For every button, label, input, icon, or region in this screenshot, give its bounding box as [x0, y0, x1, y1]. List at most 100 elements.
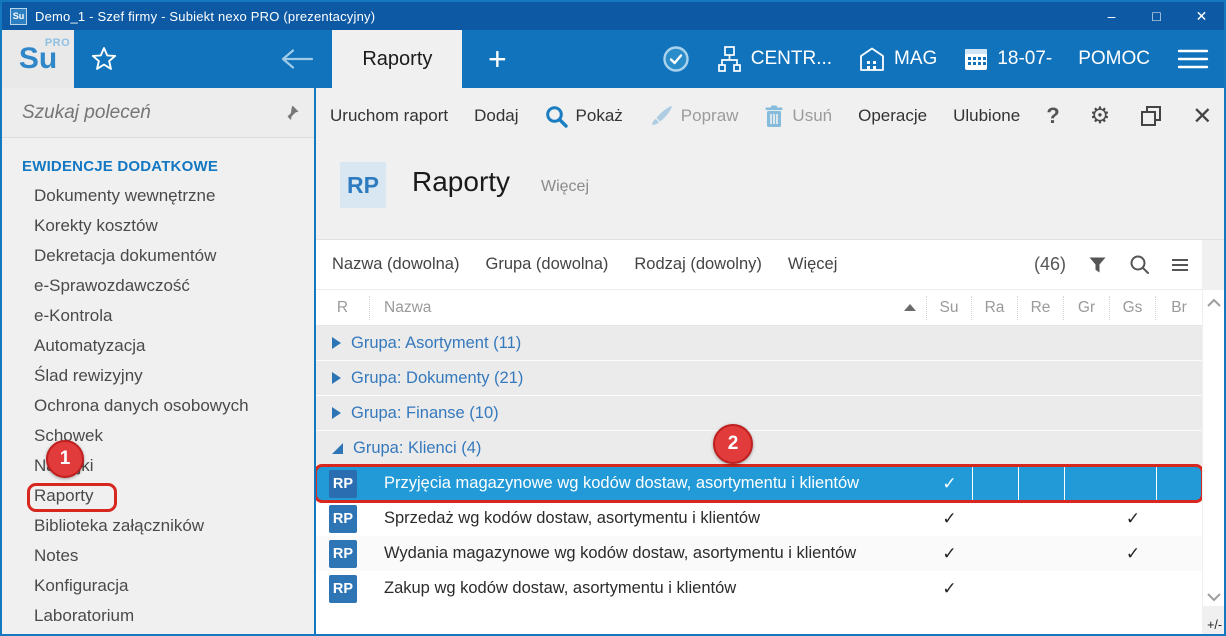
check-cell-br: [1156, 466, 1202, 501]
group-collapsed-icon[interactable]: [332, 407, 341, 419]
sidebar-item-automatyzacja[interactable]: Automatyzacja: [2, 331, 314, 361]
report-name: Zakup wg kodów dostaw, asortymentu i kli…: [384, 579, 737, 597]
filter-rodzaj-dowolny-[interactable]: Rodzaj (dowolny): [634, 255, 761, 274]
check-cell-gs: [1110, 571, 1156, 606]
hamburger-menu-icon[interactable]: [1176, 30, 1210, 88]
toolbar-button-dodaj[interactable]: Dodaj: [474, 106, 518, 126]
sidebar: EWIDENCJE DODATKOWE Dokumenty wewnętrzne…: [2, 88, 316, 634]
sidebar-item-raporty[interactable]: Raporty: [2, 481, 314, 511]
group-row[interactable]: Grupa: Asortyment (11): [316, 326, 1202, 361]
close-module-icon[interactable]: ✕: [1192, 102, 1212, 131]
help-label: POMOC: [1078, 48, 1151, 69]
filter-nazwa-dowolna-[interactable]: Nazwa (dowolna): [332, 255, 459, 274]
toolbar-button-popraw[interactable]: Popraw: [649, 105, 738, 127]
command-search[interactable]: [2, 88, 314, 138]
report-name: Wydania magazynowe wg kodów dostaw, asor…: [384, 544, 857, 562]
branch-selector[interactable]: CENTR...: [717, 30, 832, 88]
sidebar-item-biblioteka-za-cznik-w[interactable]: Biblioteka załączników: [2, 511, 314, 541]
check-cell-gs: ✓: [1125, 544, 1141, 563]
filter-wi-cej[interactable]: Więcej: [788, 255, 838, 274]
column-header-re[interactable]: Re: [1018, 295, 1064, 320]
check-cell-su: ✓: [942, 544, 957, 563]
scroll-down-icon[interactable]: [1203, 593, 1224, 602]
detach-window-icon[interactable]: [1140, 105, 1162, 127]
new-tab-plus-icon[interactable]: +: [462, 30, 532, 88]
branch-label: CENTR...: [750, 48, 833, 69]
plus-minus-label[interactable]: +/-: [1207, 618, 1222, 632]
help-button[interactable]: ?: [1046, 103, 1059, 129]
pin-icon[interactable]: [282, 104, 300, 122]
group-row[interactable]: Grupa: Dokumenty (21): [316, 361, 1202, 396]
table-header-row: R Nazwa Su Ra Re Gr Gs Br: [316, 290, 1202, 326]
group-collapsed-icon[interactable]: [332, 372, 341, 384]
check-cell-ra: [972, 571, 1018, 606]
toolbar-button-poka-[interactable]: Pokaż: [545, 105, 623, 128]
column-header-gs[interactable]: Gs: [1110, 295, 1156, 320]
vertical-scrollbar[interactable]: [1202, 290, 1224, 606]
toolbar-button-uruchom-raport[interactable]: Uruchom raport: [330, 106, 448, 126]
session-status-icon[interactable]: [661, 30, 691, 88]
toolbar-button-ulubione[interactable]: Ulubione: [953, 106, 1020, 126]
date-selector[interactable]: 18-07-: [963, 30, 1052, 88]
table-row[interactable]: RP Zakup wg kodów dostaw, asortymentu i k…: [316, 571, 1202, 606]
table-row[interactable]: RP Sprzedaż wg kodów dostaw, asortymentu …: [316, 501, 1202, 536]
toolbar-button-usu-[interactable]: Usuń: [764, 105, 832, 128]
column-header-br[interactable]: Br: [1156, 296, 1202, 320]
column-header-r[interactable]: R: [316, 295, 370, 320]
filter-funnel-icon[interactable]: [1088, 256, 1107, 274]
sidebar-item-notes[interactable]: Notes: [2, 541, 314, 571]
back-arrow-icon[interactable]: [262, 30, 332, 88]
sidebar-item-schowek[interactable]: Schowek: [2, 421, 314, 451]
column-header-su[interactable]: Su: [927, 295, 972, 320]
group-collapsed-icon[interactable]: [332, 337, 341, 349]
group-label: Grupa: Asortyment (11): [351, 333, 522, 352]
warehouse-selector[interactable]: MAG: [858, 30, 937, 88]
sidebar-item--lad-rewizyjny[interactable]: Ślad rewizyjny: [2, 361, 314, 391]
sidebar-item-ochrona-danych-osobowych[interactable]: Ochrona danych osobowych: [2, 391, 314, 421]
sidebar-item-dokumenty-wewn-trzne[interactable]: Dokumenty wewnętrzne: [2, 181, 314, 211]
group-label: Grupa: Klienci (4): [353, 438, 482, 457]
check-cell-gs: [1110, 466, 1156, 501]
column-header-gr[interactable]: Gr: [1064, 295, 1110, 320]
group-expanded-icon[interactable]: [332, 442, 343, 454]
table-row[interactable]: RP Przyjęcia magazynowe wg kodów dostaw, …: [316, 464, 1204, 503]
scroll-up-icon[interactable]: [1203, 298, 1224, 307]
report-badge: RP: [329, 574, 357, 603]
check-cell-ra: [972, 466, 1018, 501]
column-header-ra[interactable]: Ra: [972, 295, 1018, 320]
row-badge-cell: RP: [316, 574, 370, 603]
sidebar-item-e-sprawozdawczo-[interactable]: e-Sprawozdawczość: [2, 271, 314, 301]
sidebar-item-dekretacja-dokument-w[interactable]: Dekretacja dokumentów: [2, 241, 314, 271]
check-cell-su: ✓: [942, 509, 957, 528]
minimize-button[interactable]: –: [1089, 2, 1134, 30]
tab-raporty[interactable]: Raporty: [332, 30, 463, 88]
close-window-button[interactable]: ✕: [1179, 2, 1224, 30]
group-label: Grupa: Finanse (10): [351, 403, 499, 422]
sidebar-item-korekty-koszt-w[interactable]: Korekty kosztów: [2, 211, 314, 241]
group-row[interactable]: Grupa: Klienci (4): [316, 431, 1202, 466]
search-list-icon[interactable]: [1129, 254, 1150, 275]
filter-grupa-dowolna-[interactable]: Grupa (dowolna): [485, 255, 608, 274]
column-header-nazwa[interactable]: Nazwa: [370, 295, 927, 320]
sidebar-item-e-kontrola[interactable]: e-Kontrola: [2, 301, 314, 331]
help-menu[interactable]: POMOC: [1078, 30, 1150, 88]
table-row[interactable]: RP Wydania magazynowe wg kodów dostaw, as…: [316, 536, 1202, 571]
group-row[interactable]: Grupa: Finanse (10): [316, 396, 1202, 431]
org-chart-icon: [717, 45, 743, 73]
sort-ascending-icon: [904, 303, 916, 311]
search-input[interactable]: [22, 101, 282, 124]
title-more-link[interactable]: Więcej: [541, 178, 589, 196]
building-icon: [858, 46, 886, 72]
sidebar-item-laboratorium[interactable]: Laboratorium: [2, 601, 314, 631]
report-name: Sprzedaż wg kodów dostaw, asortymentu i …: [384, 509, 761, 527]
toolbar-button-operacje[interactable]: Operacje: [858, 106, 927, 126]
maximize-button[interactable]: □: [1134, 2, 1179, 30]
favorites-star-icon[interactable]: [74, 30, 134, 88]
annotation-circle-2: 2: [713, 424, 753, 464]
view-header: RP Raporty Więcej: [316, 144, 1224, 240]
sidebar-item-konfiguracja[interactable]: Konfiguracja: [2, 571, 314, 601]
check-cell-ra: [972, 536, 1018, 571]
brush-icon: [649, 105, 673, 127]
gear-icon[interactable]: ⚙: [1090, 103, 1111, 129]
list-menu-icon[interactable]: [1172, 256, 1188, 274]
